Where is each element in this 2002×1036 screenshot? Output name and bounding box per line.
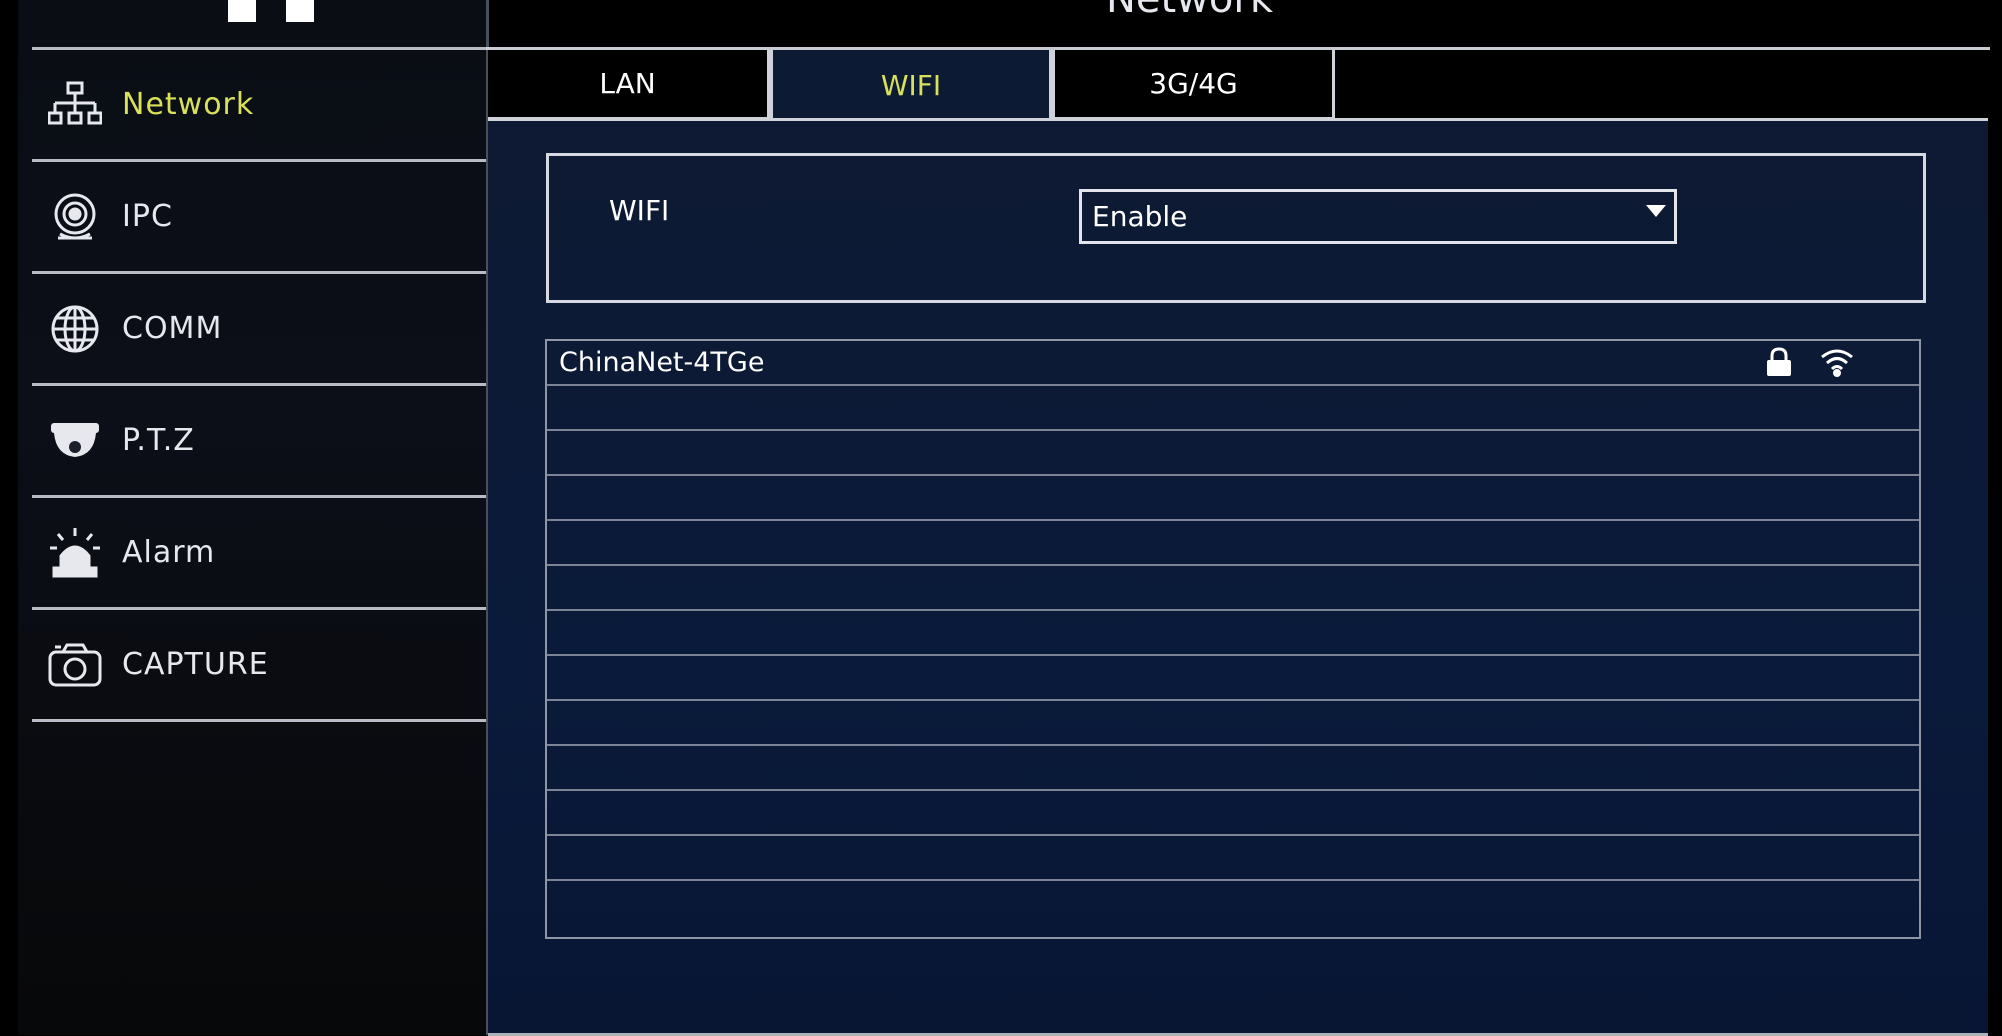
ipc-camera-icon xyxy=(46,188,104,246)
network-row[interactable] xyxy=(547,701,1919,746)
tab-3g4g[interactable]: 3G/4G xyxy=(1052,50,1335,120)
network-row[interactable] xyxy=(547,611,1919,656)
wifi-select-value: Enable xyxy=(1092,200,1188,233)
sidebar-item-label: Alarm xyxy=(122,535,216,570)
globe-icon xyxy=(46,300,104,358)
wifi-signal-icon xyxy=(1819,347,1855,381)
wifi-network-list: ChinaNet-4TGe xyxy=(545,339,1921,939)
network-row[interactable] xyxy=(547,431,1919,476)
tab-bar: LAN WIFI 3G/4G xyxy=(488,50,1988,124)
logo-mark xyxy=(228,0,318,22)
wifi-label: WIFI xyxy=(609,194,670,227)
camera-icon xyxy=(46,636,104,694)
alarm-siren-icon xyxy=(46,524,104,582)
tab-lan[interactable]: LAN xyxy=(488,50,770,120)
network-row[interactable] xyxy=(547,656,1919,701)
network-row[interactable] xyxy=(547,881,1919,926)
sidebar-item-ptz[interactable]: P.T.Z xyxy=(32,386,486,498)
sidebar-item-comm[interactable]: COMM xyxy=(32,274,486,386)
sidebar-item-label: IPC xyxy=(122,199,173,234)
dropdown-arrow-icon xyxy=(1646,205,1666,217)
sidebar-item-label: CAPTURE xyxy=(122,647,269,682)
sidebar-item-capture[interactable]: CAPTURE xyxy=(32,610,486,722)
network-icon xyxy=(46,76,104,134)
page-title: Network xyxy=(1106,0,1273,22)
network-row[interactable] xyxy=(547,836,1919,881)
network-row[interactable] xyxy=(547,521,1919,566)
sidebar-item-label: COMM xyxy=(122,311,223,346)
sidebar-item-label: P.T.Z xyxy=(122,423,195,458)
dome-camera-icon xyxy=(46,412,104,470)
network-row[interactable] xyxy=(547,566,1919,611)
network-row[interactable]: ChinaNet-4TGe xyxy=(547,341,1919,386)
lock-icon xyxy=(1765,347,1793,381)
sidebar-item-alarm[interactable]: Alarm xyxy=(32,498,486,610)
wifi-panel: WIFI Enable ChinaNet-4TGe xyxy=(488,118,1988,1036)
sidebar-item-network[interactable]: Network xyxy=(32,50,486,162)
sidebar-item-ipc[interactable]: IPC xyxy=(32,162,486,274)
sidebar-item-label: Network xyxy=(122,87,255,122)
wifi-enable-select[interactable]: Enable xyxy=(1079,189,1677,244)
network-row[interactable] xyxy=(547,386,1919,431)
left-edge xyxy=(0,0,18,1035)
tab-wifi[interactable]: WIFI xyxy=(770,50,1052,120)
network-row[interactable] xyxy=(547,746,1919,791)
network-row[interactable] xyxy=(547,791,1919,836)
network-ssid: ChinaNet-4TGe xyxy=(559,347,765,378)
wifi-settings-box: WIFI Enable xyxy=(546,153,1926,303)
network-row[interactable] xyxy=(547,476,1919,521)
